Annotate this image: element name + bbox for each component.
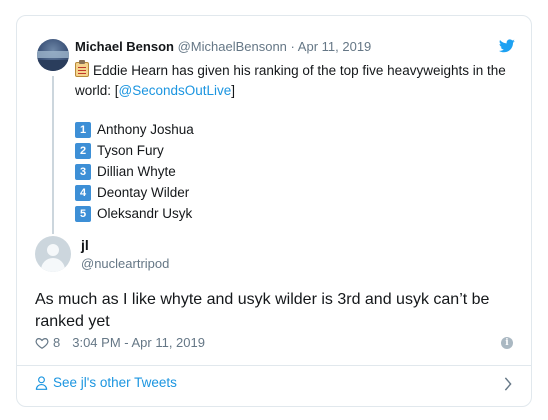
ranking-name: Deontay Wilder — [97, 185, 190, 200]
ranking-name: Anthony Joshua — [97, 122, 194, 137]
avatar[interactable] — [37, 39, 69, 71]
see-other-tweets-link[interactable]: See jl's other Tweets — [35, 375, 177, 390]
heart-icon[interactable] — [35, 336, 49, 350]
ranking-list: 1 Anthony Joshua 2 Tyson Fury 3 Dillian … — [75, 119, 194, 224]
separator-dot: · — [290, 39, 295, 54]
person-icon — [35, 375, 48, 390]
list-item: 1 Anthony Joshua — [75, 119, 194, 140]
number-3-icon: 3 — [75, 163, 91, 180]
number-1-icon: 1 — [75, 121, 91, 138]
list-item: 3 Dillian Whyte — [75, 161, 194, 182]
chevron-right-icon[interactable] — [503, 377, 513, 391]
tweet-timestamp[interactable]: 3:04 PM - Apr 11, 2019 — [72, 335, 205, 350]
embedded-tweet-card: Michael Benson @MichaelBensonn · Apr 11,… — [16, 15, 532, 407]
thread-line — [52, 76, 54, 234]
author-handle[interactable]: @nucleartripod — [81, 255, 169, 272]
mention-link[interactable]: @SecondsOutLive — [119, 83, 232, 98]
twitter-bird-icon[interactable] — [499, 39, 515, 53]
divider — [17, 365, 531, 366]
list-item: 4 Deontay Wilder — [75, 182, 194, 203]
tweet-meta: 8 3:04 PM - Apr 11, 2019 — [35, 335, 205, 350]
quoted-tweet-header: Michael Benson @MichaelBensonn · Apr 11,… — [75, 38, 371, 55]
author-handle[interactable]: @MichaelBensonn — [178, 39, 287, 54]
avatar[interactable] — [35, 236, 71, 272]
tweet-date[interactable]: Apr 11, 2019 — [298, 39, 371, 54]
list-item: 5 Oleksandr Usyk — [75, 203, 194, 224]
ranking-name: Oleksandr Usyk — [97, 206, 193, 221]
number-5-icon: 5 — [75, 205, 91, 222]
like-count[interactable]: 8 — [53, 335, 60, 350]
quoted-tweet-text: Eddie Hearn has given his ranking of the… — [75, 60, 515, 101]
number-2-icon: 2 — [75, 142, 91, 159]
info-icon[interactable]: i — [501, 337, 513, 349]
ranking-name: Dillian Whyte — [97, 164, 176, 179]
ranking-name: Tyson Fury — [97, 143, 164, 158]
quoted-text-end: ] — [231, 83, 236, 98]
author-name[interactable]: Michael Benson — [75, 39, 174, 54]
footer-link-label[interactable]: See jl's other Tweets — [53, 375, 177, 390]
clipboard-icon — [75, 60, 89, 77]
author-name[interactable]: jl — [81, 236, 89, 254]
list-item: 2 Tyson Fury — [75, 140, 194, 161]
number-4-icon: 4 — [75, 184, 91, 201]
tweet-text: As much as I like whyte and usyk wilder … — [35, 291, 490, 330]
